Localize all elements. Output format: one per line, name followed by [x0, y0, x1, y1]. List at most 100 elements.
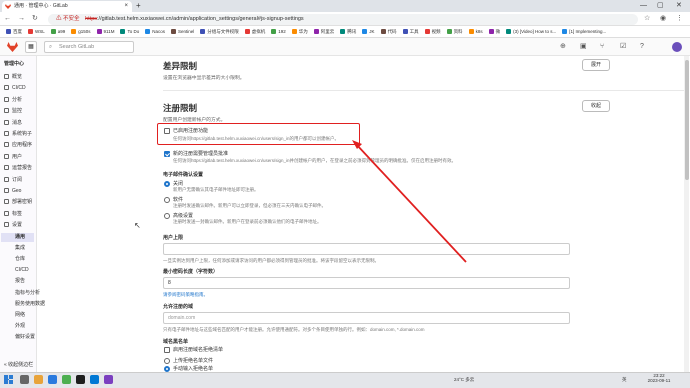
bookmark-item[interactable]: 微: [488, 26, 500, 37]
bookmark-item[interactable]: Nacos: [145, 26, 165, 37]
approval-label[interactable]: 新的注册需要管理员批准: [173, 150, 228, 157]
sidebar-item[interactable]: 用户: [4, 153, 37, 162]
security-warning[interactable]: ⚠ 不安全: [56, 16, 80, 22]
min-password-input[interactable]: 8: [163, 277, 570, 289]
merge-request-icon[interactable]: ⑂: [600, 41, 604, 53]
bookmark-item[interactable]: k8s: [468, 26, 483, 37]
plus-icon[interactable]: ⊕: [560, 41, 566, 53]
menu-icon[interactable]: ⋮: [676, 13, 683, 25]
bookmark-item[interactable]: [1] Implementing...: [562, 26, 606, 37]
clock[interactable]: 23:22 2023-09-11: [646, 373, 672, 383]
user-cap-input[interactable]: [163, 243, 570, 255]
maximize-icon[interactable]: ▢: [657, 0, 664, 12]
bookmark-item[interactable]: 腾讯: [340, 26, 356, 37]
denylist-upload-radio[interactable]: [164, 358, 170, 364]
bookmark-item[interactable]: 分组与文件权限: [200, 26, 239, 37]
edge-icon[interactable]: [48, 375, 57, 384]
sidebar-item[interactable]: 应用程序: [4, 141, 37, 150]
bookmark-item[interactable]: 工具: [402, 26, 419, 37]
chrome-icon[interactable]: [62, 375, 71, 384]
sidebar-subitem[interactable]: 偏好设置: [4, 333, 37, 342]
collapse-sidebar-button[interactable]: « 收起侧边栏: [4, 361, 33, 368]
password-policy-link[interactable]: 请参阅密码策略指南。: [163, 292, 208, 298]
sidebar-item[interactable]: 部署密钥: [4, 198, 37, 207]
bookmark-item[interactable]: a99: [50, 26, 65, 37]
sidebar-subitem[interactable]: 网络: [4, 311, 37, 320]
new-tab-icon[interactable]: +: [136, 1, 141, 11]
scrollbar-thumb[interactable]: [684, 60, 689, 180]
bookmark-item[interactable]: Sentinel: [171, 26, 194, 37]
sidebar-item[interactable]: 系统钩子: [4, 130, 37, 139]
issues-icon[interactable]: ▣: [580, 41, 587, 53]
sidebar-subitem[interactable]: 集成: [4, 244, 37, 253]
star-icon[interactable]: ☆: [644, 13, 650, 25]
search-taskbar-icon[interactable]: [20, 375, 29, 384]
todo-icon[interactable]: ☑: [620, 41, 626, 53]
sidebar-item[interactable]: 设置: [4, 221, 37, 230]
help-icon[interactable]: ?: [640, 41, 644, 53]
sidebar-item[interactable]: 监控: [4, 107, 37, 116]
sidebar-item[interactable]: 运营报告: [4, 164, 37, 173]
vscode-icon[interactable]: [90, 375, 99, 384]
minimize-icon[interactable]: —: [640, 0, 647, 12]
sidebar-subitem[interactable]: 外观: [4, 322, 37, 331]
sidebar-item[interactable]: 分析: [4, 96, 37, 105]
app-icon[interactable]: [104, 375, 113, 384]
bookmark-item[interactable]: g150s: [71, 26, 91, 37]
close-tab-icon[interactable]: ×: [124, 1, 128, 12]
denylist-checkbox-label[interactable]: 启用注册域名拒绝清单: [173, 346, 223, 353]
email-confirm-radio[interactable]: [164, 181, 170, 187]
bookmark-item[interactable]: 资料: [446, 26, 463, 37]
expand-button[interactable]: 展开: [582, 59, 610, 71]
close-window-icon[interactable]: ✕: [676, 0, 682, 12]
email-confirm-option-label[interactable]: 关闭: [173, 180, 183, 187]
bookmark-item[interactable]: To Do: [120, 26, 139, 37]
allowed-domains-input[interactable]: domain.com: [163, 312, 570, 324]
bookmark-item[interactable]: 阿里云: [313, 26, 334, 37]
profile-icon[interactable]: ◉: [660, 13, 666, 25]
browser-tab[interactable]: 通用 · 管理中心 · GitLab ×: [2, 1, 132, 12]
bookmark-item[interactable]: WSL: [28, 26, 45, 37]
sidebar-subitem[interactable]: 仓库: [4, 255, 37, 264]
email-confirm-option-label[interactable]: 软件: [173, 196, 183, 203]
bookmark-item[interactable]: 华为: [291, 26, 308, 37]
sidebar-item[interactable]: 标签: [4, 210, 37, 219]
email-confirm-radio[interactable]: [164, 197, 170, 203]
sidebar-subitem[interactable]: CI/CD: [4, 266, 37, 275]
bookmark-item[interactable]: JK: [362, 26, 375, 37]
url-field[interactable]: ⚠ 不安全 https://gitlab.test.helm.xuxiaowei…: [48, 13, 638, 25]
bookmark-item[interactable]: 192: [271, 26, 286, 37]
approval-checkbox[interactable]: [164, 151, 170, 157]
collapse-button[interactable]: 收起: [582, 100, 610, 112]
bookmark-item[interactable]: 视频: [424, 26, 441, 37]
avatar[interactable]: [672, 42, 682, 52]
sidebar-item[interactable]: Geo: [4, 187, 37, 196]
sidebar-item[interactable]: 概览: [4, 73, 37, 82]
denylist-upload-label[interactable]: 上传拒绝名单文件: [173, 357, 213, 364]
input-language[interactable]: 英: [622, 373, 627, 387]
bookmark-item[interactable]: 虚拟机: [244, 26, 265, 37]
menu-grid-icon[interactable]: ▦: [25, 41, 37, 53]
sidebar-item[interactable]: 消息: [4, 119, 37, 128]
bookmark-item[interactable]: 911M: [96, 26, 114, 37]
file-explorer-icon[interactable]: [34, 375, 43, 384]
forward-icon[interactable]: →: [18, 13, 25, 25]
sidebar-subitem[interactable]: 指标与分析: [4, 289, 40, 298]
sidebar-item[interactable]: CI/CD: [4, 84, 37, 93]
bookmark-item[interactable]: 代码: [380, 26, 397, 37]
bookmark-item[interactable]: 百度: [6, 26, 22, 37]
denylist-manual-label[interactable]: 手动输入拒绝名单: [173, 365, 213, 372]
email-confirm-option-label[interactable]: 高级设置: [173, 212, 193, 219]
sidebar-subitem[interactable]: 服务使用数据: [4, 300, 45, 309]
sidebar-subitem[interactable]: 报告: [4, 277, 37, 286]
reload-icon[interactable]: ↻: [32, 13, 38, 25]
sidebar-item[interactable]: 订阅: [4, 176, 37, 185]
denylist-checkbox[interactable]: [164, 347, 170, 353]
back-icon[interactable]: ←: [4, 13, 11, 25]
terminal-icon[interactable]: [76, 375, 85, 384]
email-confirm-radio[interactable]: [164, 213, 170, 219]
sidebar-subitem[interactable]: 通用: [1, 232, 34, 242]
weather-widget[interactable]: 24°C 多云: [454, 373, 474, 387]
bookmark-item[interactable]: (3) [Video] How to s...: [506, 26, 556, 37]
search-input[interactable]: ⌕ Search GitLab: [44, 41, 134, 53]
